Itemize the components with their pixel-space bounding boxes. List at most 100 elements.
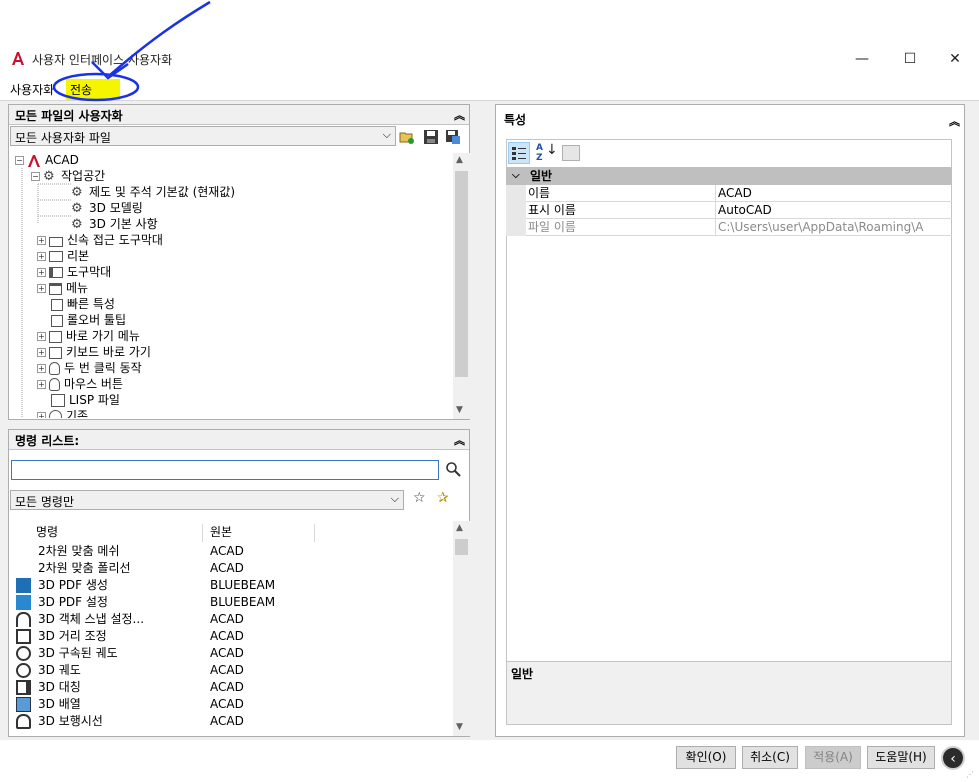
list-item[interactable]: 3D PDF 생성 BLUEBEAM (10, 577, 452, 594)
scroll-thumb[interactable] (455, 539, 468, 555)
tree-item[interactable]: 빠른 특성 (51, 296, 115, 312)
tab-transfer[interactable]: 전송 (66, 79, 121, 100)
minimize-button[interactable]: — (842, 48, 882, 70)
collapse-icon[interactable]: ︽ (949, 113, 960, 129)
column-header-source[interactable]: 원본 (210, 521, 232, 543)
expand-node-icon[interactable]: + (37, 380, 46, 389)
tree-item[interactable]: − ACAD (15, 152, 79, 168)
legacy-icon (49, 410, 62, 418)
scroll-down-icon[interactable]: ▼ (456, 405, 463, 415)
cancel-button[interactable]: 취소(C) (742, 746, 798, 769)
list-item[interactable]: 3D 배열 ACAD (10, 696, 452, 713)
column-divider (202, 524, 203, 542)
collapse-icon[interactable]: ︽ (454, 432, 465, 448)
command-name: 3D 거리 조정 (38, 629, 107, 643)
list-item[interactable]: 3D PDF 설정 BLUEBEAM (10, 594, 452, 611)
close-button[interactable]: ✕ (935, 48, 975, 70)
scroll-up-icon[interactable]: ▲ (456, 155, 463, 165)
property-value: ACAD (718, 186, 752, 200)
maximize-button[interactable]: ☐ (890, 48, 930, 70)
expand-node-icon[interactable]: + (37, 236, 46, 245)
list-item[interactable]: 3D 객체 스냅 설정... ACAD (10, 611, 452, 628)
expand-node-icon[interactable]: + (37, 348, 46, 357)
alphabetical-view-button[interactable]: AZ ↓ (534, 142, 558, 164)
list-item[interactable]: 3D 거리 조정 ACAD (10, 628, 452, 645)
collapse-node-icon[interactable]: − (15, 156, 24, 165)
dialog-body: 모든 파일의 사용자화 ︽ 모든 사용자화 파일 ⌵ − ACAD − ⚙ 작업… (0, 100, 979, 740)
apply-button[interactable]: 적용(A) (805, 746, 861, 769)
save-as-icon[interactable] (445, 129, 461, 145)
command-source: BLUEBEAM (210, 595, 276, 609)
tab-customize[interactable]: 사용자화 (6, 79, 58, 100)
property-category-label: 일반 (530, 169, 553, 183)
tree-item[interactable]: + 마우스 버튼 (37, 376, 123, 392)
collapse-panels-icon[interactable]: ‹ (941, 746, 965, 770)
tree-item[interactable]: ⚙ 3D 모델링 (71, 200, 143, 216)
tree-item[interactable]: + 키보드 바로 가기 (37, 344, 151, 360)
collapse-node-icon[interactable]: − (31, 172, 40, 181)
menu-icon (49, 282, 62, 295)
command-source: ACAD (210, 544, 244, 558)
command-list-scrollbar[interactable]: ▲ ▼ (453, 521, 470, 736)
tab-strip: 사용자화 전송 (0, 76, 979, 100)
tree-item[interactable]: + 도구막대 (37, 264, 111, 280)
command-filter-select[interactable]: 모든 명령만 ⌵ (10, 490, 404, 510)
tree-item[interactable]: + 바로 가기 메뉴 (37, 328, 140, 344)
collapse-category-icon[interactable]: ⌵ (512, 167, 520, 185)
command-name: 3D 배열 (38, 697, 81, 711)
sort-az-icon: AZ (536, 143, 543, 163)
gear-icon: ⚙ (71, 200, 83, 216)
tree-item[interactable]: + 두 번 클릭 동작 (37, 360, 142, 376)
tree-item[interactable]: + 메뉴 (37, 280, 88, 296)
lisp-file-icon (51, 394, 65, 407)
new-command-star-icon[interactable]: ✰ (437, 490, 453, 506)
tree-item[interactable]: + 기존 (37, 408, 88, 418)
scroll-down-icon[interactable]: ▼ (456, 722, 463, 732)
command-source: ACAD (210, 646, 244, 660)
tree-item[interactable]: − ⚙ 작업공간 (31, 168, 105, 184)
tree-item[interactable]: + 리본 (37, 248, 89, 264)
keyboard-shortcut-icon (49, 346, 62, 359)
tree-item-label: 제도 및 주석 기본값 (현재값) (89, 185, 236, 199)
property-row[interactable]: 파일 이름 C:\Users\user\AppData\Roaming\A (506, 219, 952, 236)
list-item[interactable]: 3D 궤도 ACAD (10, 662, 452, 679)
tree-item[interactable]: LISP 파일 (51, 392, 120, 408)
list-item[interactable]: 3D 보행시선 ACAD (10, 713, 452, 730)
ok-button[interactable]: 확인(O) (676, 746, 736, 769)
list-item[interactable]: 3D 대칭 ACAD (10, 679, 452, 696)
search-icon[interactable] (445, 461, 461, 477)
property-category[interactable]: ⌵ 일반 (506, 167, 952, 185)
list-item[interactable]: 3D 구속된 궤도 ACAD (10, 645, 452, 662)
property-pages-icon[interactable] (562, 145, 580, 161)
expand-node-icon[interactable]: + (37, 332, 46, 341)
tree-scrollbar[interactable]: ▲ ▼ (453, 153, 470, 419)
find-command-icon[interactable]: ☆ (413, 490, 429, 506)
file-select-value: 모든 사용자화 파일 (15, 131, 111, 145)
property-row[interactable]: 이름 ACAD (506, 185, 952, 202)
list-item[interactable]: 2차원 맞춤 폴리선 ACAD (10, 560, 452, 577)
resize-grip-icon[interactable]: ⋰ (966, 770, 974, 779)
expand-node-icon[interactable]: + (37, 268, 46, 277)
file-select[interactable]: 모든 사용자화 파일 ⌵ (10, 126, 396, 146)
categorized-view-button[interactable] (508, 142, 530, 164)
tree-item-label: 키보드 바로 가기 (66, 345, 151, 359)
tree-item[interactable]: ⚙ 제도 및 주석 기본값 (현재값) (71, 184, 235, 200)
collapse-icon[interactable]: ︽ (454, 107, 465, 123)
open-folder-icon[interactable] (399, 129, 415, 145)
property-row[interactable]: 표시 이름 AutoCAD (506, 202, 952, 219)
expand-node-icon[interactable]: + (37, 284, 46, 293)
tree-item[interactable]: + 신속 접근 도구막대 (37, 232, 163, 248)
expand-node-icon[interactable]: + (37, 364, 46, 373)
scroll-thumb[interactable] (455, 171, 468, 377)
expand-node-icon[interactable]: + (37, 412, 46, 418)
list-item[interactable]: 2차원 맞춤 메쉬 ACAD (10, 543, 452, 560)
command-search-input[interactable] (11, 460, 439, 480)
help-button[interactable]: 도움말(H) (867, 746, 935, 769)
save-icon[interactable] (423, 129, 439, 145)
column-header-command[interactable]: 명령 (36, 521, 58, 543)
customizations-panel-header: 모든 파일의 사용자화 ︽ (9, 105, 469, 125)
expand-node-icon[interactable]: + (37, 252, 46, 261)
tree-item[interactable]: 롤오버 툴팁 (51, 312, 126, 328)
tree-item[interactable]: ⚙ 3D 기본 사항 (71, 216, 158, 232)
scroll-up-icon[interactable]: ▲ (456, 523, 463, 533)
